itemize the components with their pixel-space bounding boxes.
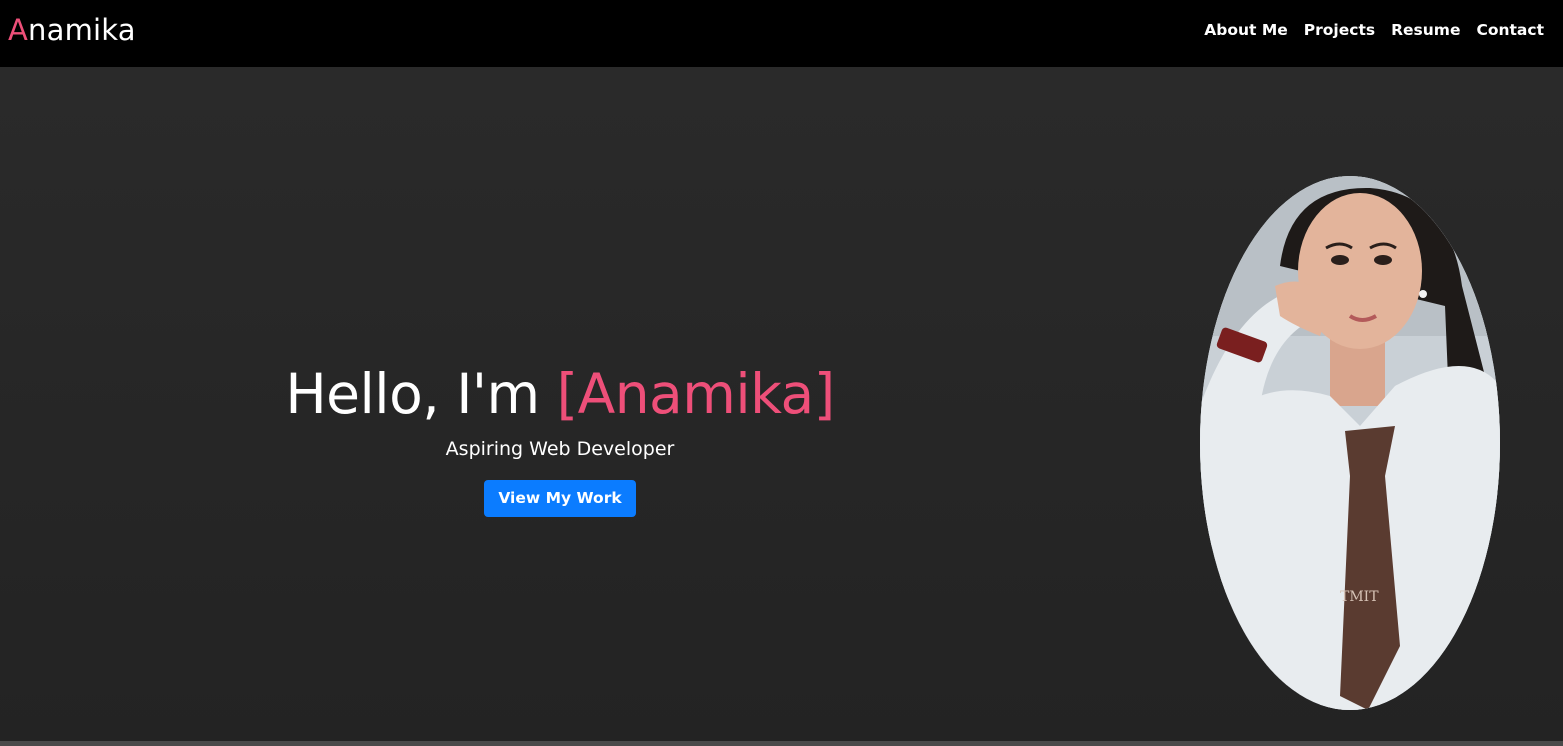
hero-name: [Anamika] xyxy=(556,362,836,426)
brand-rest: namika xyxy=(28,13,136,47)
profile-photo: TMIT xyxy=(1200,176,1500,710)
brand-logo[interactable]: Anamika xyxy=(8,12,136,48)
brand-initial: A xyxy=(8,13,29,47)
section-divider xyxy=(0,741,1563,746)
nav-link-projects[interactable]: Projects xyxy=(1304,19,1375,41)
nav-link-resume[interactable]: Resume xyxy=(1391,19,1460,41)
hero-headline: Hello, I'm [Anamika] xyxy=(180,356,940,432)
view-my-work-button[interactable]: View My Work xyxy=(484,480,636,517)
hero-text: Hello, I'm [Anamika] Aspiring Web Develo… xyxy=(180,356,940,517)
hero-greeting: Hello, I'm xyxy=(285,362,557,426)
tie-text: TMIT xyxy=(1340,589,1379,605)
hero-subtitle: Aspiring Web Developer xyxy=(445,438,675,460)
nav-link-contact[interactable]: Contact xyxy=(1476,19,1544,41)
profile-photo-illustration: TMIT xyxy=(1200,176,1500,710)
navbar: Anamika About Me Projects Resume Contact xyxy=(0,0,1563,67)
nav-links: About Me Projects Resume Contact xyxy=(1204,19,1544,41)
nav-link-about-me[interactable]: About Me xyxy=(1204,19,1288,41)
